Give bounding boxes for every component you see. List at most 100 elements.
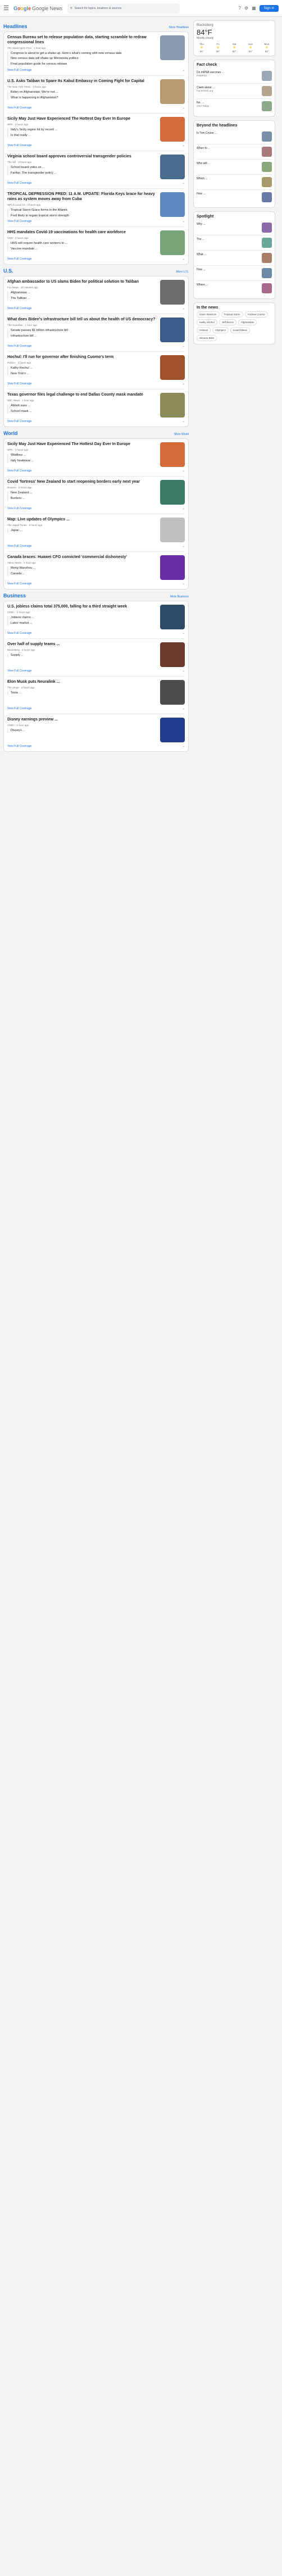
topic-chip[interactable]: Kathy Hochul [197, 319, 217, 325]
related-story-title[interactable]: Senate passes $1 trillion infrastructure… [11, 329, 157, 333]
story-thumbnail[interactable] [160, 442, 185, 468]
story-thumbnail[interactable] [160, 230, 185, 256]
panel-item[interactable]: Claim about ... FactCheck.org [197, 84, 272, 99]
story-thumbnail[interactable] [160, 555, 185, 580]
full-coverage-link[interactable]: View Full Coverage ⌄ [7, 545, 185, 548]
related-story-title[interactable]: School board votes on ... [11, 166, 157, 170]
expand-icon[interactable]: ⌄ [183, 632, 185, 635]
full-coverage-link[interactable]: View Full Coverage ⌄ [7, 632, 185, 635]
related-story-title[interactable]: New York's ... [11, 372, 157, 376]
full-coverage-link[interactable]: View Full Coverage ⌄ [7, 344, 185, 348]
story-title[interactable]: Map: Live updates of Olympics ... [7, 518, 157, 523]
section-more-link[interactable]: More Headlines [169, 26, 189, 29]
related-story-title[interactable]: Afghanistan ... [11, 291, 157, 295]
related-story-title[interactable]: Tesla ... [11, 691, 157, 695]
topic-chip[interactable]: Olympics [212, 327, 229, 333]
story-title[interactable]: Sicily May Just Have Experienced The Hot… [7, 117, 157, 122]
section-more-link[interactable]: More World [174, 433, 189, 436]
panel-item[interactable]: Where ... [197, 281, 272, 296]
expand-icon[interactable]: ⌄ [183, 745, 185, 748]
story-thumbnail[interactable] [160, 605, 185, 630]
full-coverage-link[interactable]: View Full Coverage ⌄ [7, 257, 185, 261]
lead-story[interactable]: Census Bureau set to release population … [7, 35, 185, 67]
section-title[interactable]: U.S. [3, 268, 13, 274]
section-title[interactable]: World [3, 430, 17, 436]
story-title[interactable]: Virginia school board approves controver… [7, 155, 157, 160]
expand-icon[interactable]: ⌄ [183, 707, 185, 710]
topic-chip[interactable]: Andrew Cuomo [244, 311, 268, 318]
expand-icon[interactable]: ⌄ [183, 669, 185, 673]
story-title[interactable]: Canada braces: Huawei CFO convicted 'com… [7, 555, 157, 560]
full-coverage-link[interactable]: View Full Coverage ⌄ [7, 144, 185, 147]
lead-story[interactable]: Disney earnings preview ... CNBC · 1 hour… [7, 718, 185, 743]
search-input[interactable]: ⚲ Search for topics, locations & sources [67, 3, 180, 13]
lead-story[interactable]: Covid 'fortress' New Zealand to start re… [7, 480, 185, 505]
panel-item[interactable]: The ... [197, 235, 272, 251]
story-thumbnail[interactable] [160, 518, 185, 543]
panel-item[interactable]: No, ... USA Today [197, 99, 272, 114]
panel-item[interactable]: Which ... [197, 175, 272, 190]
lead-story[interactable]: U.S. Asks Taliban to Spare Its Kabul Emb… [7, 79, 185, 105]
story-title[interactable]: Census Bureau set to release population … [7, 35, 157, 46]
expand-icon[interactable]: ⌄ [183, 545, 185, 548]
related-story-title[interactable]: Final population guide for census releas… [11, 62, 157, 66]
story-title[interactable]: Elon Musk puts Neuralink ... [7, 680, 157, 685]
related-story-title[interactable]: Congress is about to get a shake-up. Her… [11, 52, 157, 56]
expand-icon[interactable]: ⌄ [183, 69, 185, 72]
panel-item[interactable]: Is Tom Cruise ... [197, 129, 272, 144]
related-story-title[interactable]: School mask ... [11, 410, 157, 414]
panel-item[interactable]: Why ... [197, 220, 272, 235]
story-thumbnail[interactable] [160, 35, 185, 60]
topic-chip[interactable]: Census [197, 327, 211, 333]
story-title[interactable]: Sicily May Just Have Experienced The Hot… [7, 442, 157, 447]
section-more-link[interactable]: More Business [170, 595, 189, 598]
related-story-title[interactable]: Borders ... [11, 497, 157, 501]
story-title[interactable]: Texas governor files legal challenge to … [7, 393, 157, 398]
story-title[interactable]: Over half of supply teams ... [7, 642, 157, 647]
related-story-title[interactable]: Infrastructure bill ... [11, 334, 157, 338]
expand-icon[interactable]: ⌄ [183, 420, 185, 423]
sign-in-button[interactable]: Sign in [259, 4, 279, 12]
section-title[interactable]: Headlines [3, 24, 28, 29]
related-story-title[interactable]: Disney+ ... [11, 729, 157, 733]
expand-icon[interactable]: ⌄ [183, 582, 185, 586]
story-thumbnail[interactable] [160, 79, 185, 105]
related-story-title[interactable]: Supply ... [11, 654, 157, 657]
full-coverage-link[interactable]: View Full Coverage ⌄ [7, 469, 185, 473]
related-story-title[interactable]: Japan ... [11, 529, 157, 533]
story-title[interactable]: U.S. Asks Taliban to Spare Its Kabul Emb… [7, 79, 157, 84]
expand-icon[interactable]: ⌄ [183, 507, 185, 510]
story-title[interactable]: TROPICAL DEPRESSION FRED: 11 A.M. UPDATE… [7, 192, 157, 202]
story-thumbnail[interactable] [160, 680, 185, 705]
topic-chip[interactable]: Jeff Bezos [219, 319, 236, 325]
story-title[interactable]: U.S. jobless claims total 375,000, falli… [7, 605, 157, 610]
panel-item[interactable]: How ... [197, 190, 272, 205]
related-story-title[interactable]: Meng Wanzhou ... [11, 566, 157, 570]
weather-card[interactable]: Blacksburg 84°F Mostly cloudy Thu ☀ 84° Fri… [193, 20, 275, 56]
story-thumbnail[interactable] [160, 117, 185, 142]
lead-story[interactable]: Hochul: I'll run for governor after fini… [7, 355, 185, 380]
story-title[interactable]: Covid 'fortress' New Zealand to start re… [7, 480, 157, 485]
full-coverage-link[interactable]: View Full Coverage ⌄ [7, 382, 185, 386]
panel-item[interactable]: How ... [197, 266, 272, 281]
settings-icon[interactable]: ⚙ [244, 6, 248, 11]
full-coverage-link[interactable]: View Full Coverage ⌄ [7, 69, 185, 72]
panel-item[interactable]: Who will ... [197, 160, 272, 175]
related-story-title[interactable]: The Taliban ... [11, 297, 157, 301]
full-coverage-link[interactable]: View Full Coverage ⌄ [7, 669, 185, 673]
story-title[interactable]: Disney earnings preview ... [7, 718, 157, 723]
story-thumbnail[interactable] [160, 280, 185, 305]
related-story-title[interactable]: Is that really ... [11, 134, 157, 138]
lead-story[interactable]: Over half of supply teams ... Bloomberg ·… [7, 642, 185, 668]
related-story-title[interactable]: Abbott sues ... [11, 404, 157, 408]
section-more-link[interactable]: More U.S. [176, 270, 189, 274]
story-title[interactable]: HHS mandates Covid-19 vaccinations for h… [7, 230, 157, 235]
lead-story[interactable]: Sicily May Just Have Experienced The Hot… [7, 117, 185, 142]
lead-story[interactable]: Texas governor files legal challenge to … [7, 393, 185, 418]
section-title[interactable]: Business [3, 593, 26, 598]
related-story-title[interactable]: Italy heatwave ... [11, 459, 157, 463]
story-title[interactable]: Afghan ambassador to US slams Biden for … [7, 280, 157, 285]
lead-story[interactable]: What does Biden's infrastructure bill te… [7, 318, 185, 343]
related-story-title[interactable]: Wildfires ... [11, 453, 157, 457]
expand-icon[interactable]: ⌄ [183, 469, 185, 473]
